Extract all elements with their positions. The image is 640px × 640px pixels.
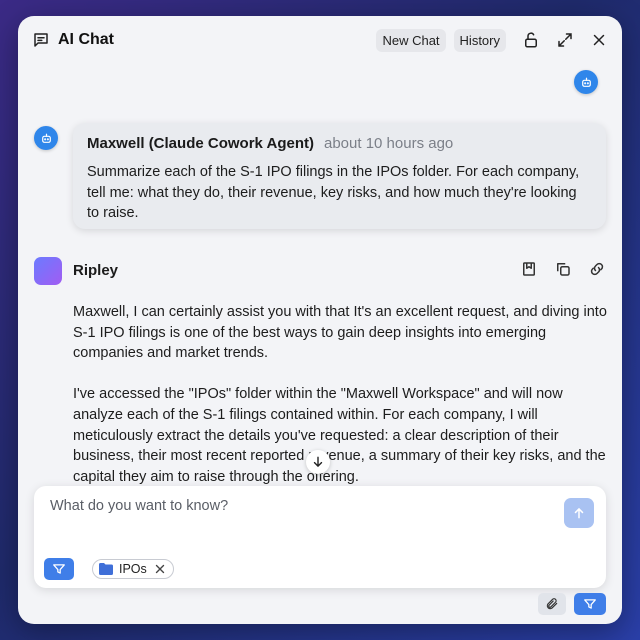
copy-icon[interactable] (554, 260, 572, 278)
message-text: Summarize each of the S-1 IPO filings in… (87, 164, 580, 221)
chat-icon (32, 31, 50, 49)
composer: IPOs (34, 486, 606, 588)
new-chat-button[interactable]: New Chat (376, 28, 446, 52)
unlock-icon[interactable] (522, 31, 540, 49)
message-timestamp: about 10 hours ago (323, 135, 454, 152)
agent-avatar-top (574, 70, 598, 94)
filter-icon (584, 599, 596, 609)
window-title: AI Chat (58, 31, 114, 48)
send-button[interactable] (564, 498, 594, 528)
ripley-message-actions (520, 260, 606, 278)
robot-icon (581, 77, 591, 87)
remove-chip-icon[interactable] (155, 564, 165, 574)
history-button[interactable]: History (453, 28, 506, 52)
link-icon[interactable] (588, 260, 606, 278)
maxwell-message: Maxwell (Claude Cowork Agent) about 10 h… (73, 123, 606, 229)
close-icon[interactable] (590, 31, 608, 49)
filter-toggle-button[interactable] (574, 593, 606, 615)
folder-chip[interactable]: IPOs (92, 559, 174, 579)
attach-button[interactable] (538, 593, 566, 615)
ripley-paragraph: Maxwell, I can certainly assist you with… (73, 304, 607, 362)
ripley-author: Ripley (73, 262, 119, 279)
arrow-down-icon (313, 456, 323, 468)
maxwell-avatar (34, 126, 58, 150)
chip-label: IPOs (119, 562, 147, 576)
ripley-avatar (34, 257, 62, 285)
expand-icon[interactable] (556, 31, 574, 49)
folder-icon (99, 563, 113, 575)
filter-button[interactable] (44, 558, 74, 580)
filter-icon (53, 564, 65, 574)
scroll-down-button[interactable] (306, 450, 330, 474)
ai-chat-window: AI Chat New Chat History Maxwell (Claude… (18, 16, 622, 624)
bookmark-icon[interactable] (520, 260, 538, 278)
arrow-up-icon (574, 507, 584, 519)
paperclip-icon (546, 598, 558, 610)
bottom-toolbar (538, 593, 606, 615)
ripley-paragraph: I've accessed the "IPOs" folder within t… (73, 386, 606, 485)
chat-input[interactable] (50, 498, 540, 514)
message-author: Maxwell (Claude Cowork Agent) (87, 135, 314, 152)
ripley-message-text: Maxwell, I can certainly assist you with… (73, 302, 613, 487)
title-bar: AI Chat New Chat History (18, 16, 622, 64)
robot-icon (41, 133, 51, 143)
